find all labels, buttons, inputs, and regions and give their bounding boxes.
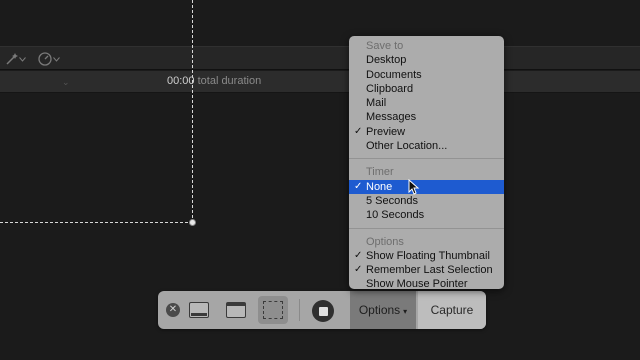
menu-item-preview[interactable]: ✓ Preview bbox=[349, 125, 504, 139]
menu-item-5-seconds[interactable]: 5 Seconds bbox=[349, 194, 504, 208]
menu-separator bbox=[349, 227, 504, 229]
timecode: 00:00 bbox=[167, 75, 195, 87]
menu-item-label: Messages bbox=[366, 111, 417, 124]
capture-button[interactable]: Capture bbox=[418, 291, 486, 329]
checkmark-icon: ✓ bbox=[354, 125, 363, 137]
menu-item-label: None bbox=[366, 180, 393, 193]
chevron-down-icon[interactable] bbox=[53, 52, 60, 66]
menu-item-label: Clipboard bbox=[366, 82, 414, 95]
options-menu: Save to Desktop Documents Clipboard Mail Mess… bbox=[349, 36, 504, 291]
capture-selected-window-button[interactable] bbox=[221, 296, 251, 324]
checkmark-icon: ✓ bbox=[354, 249, 363, 261]
duration-readout: 00:00 total duration bbox=[167, 75, 261, 87]
menu-item-label: Mail bbox=[366, 97, 387, 110]
options-button[interactable]: Options ▾ bbox=[350, 291, 416, 329]
menu-item-label: 5 Seconds bbox=[366, 194, 418, 207]
menu-item-label: Remember Last Selection bbox=[366, 264, 493, 277]
checkmark-icon: ✓ bbox=[354, 180, 363, 192]
menu-item-show-mouse-pointer[interactable]: Show Mouse Pointer bbox=[349, 277, 504, 291]
chevron-down-icon[interactable] bbox=[19, 52, 26, 66]
timeline-tick-mark: ⌄ bbox=[62, 77, 70, 87]
timeline-header: ⌄ 00:00 total duration bbox=[0, 71, 640, 93]
menu-item-10-seconds[interactable]: 10 Seconds bbox=[349, 208, 504, 222]
entire-screen-icon bbox=[189, 302, 209, 318]
menu-item-none[interactable]: ✓ None bbox=[349, 179, 504, 194]
selection-resize-handle[interactable] bbox=[189, 219, 196, 226]
menu-item-label: Other Location... bbox=[366, 140, 448, 153]
menu-item-documents[interactable]: Documents bbox=[349, 68, 504, 82]
selection-icon bbox=[263, 301, 283, 319]
menu-item-mail[interactable]: Mail bbox=[349, 96, 504, 110]
magic-wand-icon[interactable] bbox=[5, 52, 19, 66]
menu-item-label: Documents bbox=[366, 68, 422, 81]
capture-label: Capture bbox=[430, 303, 474, 317]
duration-label: total duration bbox=[197, 75, 262, 87]
menu-item-label: 10 Seconds bbox=[366, 209, 425, 222]
menu-item-desktop[interactable]: Desktop bbox=[349, 53, 504, 67]
close-icon[interactable]: ✕ bbox=[166, 303, 180, 317]
editor-toolbar bbox=[0, 46, 640, 70]
options-label: Options bbox=[358, 303, 401, 317]
menu-item-label: Preview bbox=[366, 125, 406, 138]
window-icon bbox=[226, 302, 246, 318]
selection-edge-right[interactable] bbox=[192, 0, 193, 223]
capture-entire-screen-button[interactable] bbox=[184, 296, 214, 324]
menu-separator bbox=[349, 158, 504, 160]
menu-item-label: Desktop bbox=[366, 54, 407, 67]
screenshot-toolbar: ✕ Options ▾ Capture bbox=[158, 291, 486, 329]
chevron-down-icon: ▾ bbox=[403, 306, 408, 316]
menu-item-label: Show Mouse Pointer bbox=[366, 278, 468, 291]
toolbar-divider bbox=[299, 299, 300, 321]
record-button[interactable] bbox=[310, 298, 336, 324]
checkmark-icon: ✓ bbox=[354, 264, 363, 276]
menu-item-remember-last-selection[interactable]: ✓ Remember Last Selection bbox=[349, 263, 504, 277]
menu-item-other-location[interactable]: Other Location... bbox=[349, 139, 504, 153]
capture-selected-portion-button[interactable] bbox=[258, 296, 288, 324]
menu-item-label: Show Floating Thumbnail bbox=[366, 249, 490, 262]
mouse-cursor-icon bbox=[408, 179, 420, 195]
menu-section-header: Options bbox=[366, 235, 404, 248]
menu-item-clipboard[interactable]: Clipboard bbox=[349, 82, 504, 96]
stop-record-icon bbox=[312, 300, 334, 322]
menu-section-header: Timer bbox=[366, 166, 394, 179]
selection-edge-bottom[interactable] bbox=[0, 222, 193, 223]
speed-gauge-icon[interactable] bbox=[38, 52, 52, 66]
menu-item-show-floating-thumbnail[interactable]: ✓ Show Floating Thumbnail bbox=[349, 249, 504, 263]
menu-item-messages[interactable]: Messages bbox=[349, 110, 504, 124]
menu-section-header: Save to bbox=[366, 40, 404, 52]
